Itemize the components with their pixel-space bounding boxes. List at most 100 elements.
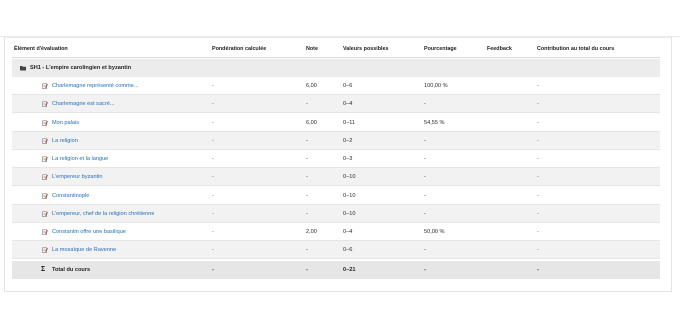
col-grade: Note: [306, 46, 318, 52]
item-range: 0–10: [343, 210, 356, 217]
item-weight: -: [212, 192, 214, 199]
item-percentage: 100,00 %: [424, 83, 448, 89]
assignment-icon: [42, 156, 48, 162]
course-total-row: Σ Total du cours - - 0–21 - -: [12, 261, 660, 279]
table-row: La mosaïque de Ravenne - - 0–6 - -: [12, 241, 660, 260]
item-contribution: -: [537, 119, 539, 126]
col-weight: Pondération calculée: [212, 46, 267, 52]
col-item: Élément d'évaluation: [14, 46, 68, 52]
item-range: 0–2: [343, 137, 353, 144]
assignment-icon: [42, 174, 48, 181]
item-percentage: 54,55 %: [424, 119, 445, 126]
grade-item-link[interactable]: La religion: [52, 132, 78, 150]
grade-item-link[interactable]: Charlemagne représenté comme...: [52, 77, 138, 95]
total-grade: -: [306, 267, 308, 273]
sigma-icon: Σ: [41, 266, 46, 273]
item-weight: -: [212, 137, 214, 144]
grade-item-link[interactable]: La religion et la langue: [52, 150, 108, 168]
item-percentage: -: [424, 192, 426, 199]
col-contribution: Contribution au total du cours: [537, 46, 615, 52]
item-range: 0–10: [343, 192, 356, 199]
grade-item-link[interactable]: Constantinople: [52, 187, 89, 205]
grade-item-link[interactable]: L'empereur, chef de la religion chrétien…: [52, 205, 154, 223]
table-row: L'empereur byzantin - - 0–10 - -: [12, 168, 660, 187]
table-row: Charlemagne représenté comme... - 6,00 0–6 1…: [12, 77, 660, 95]
item-range: 0–4: [343, 229, 353, 235]
item-weight: -: [212, 83, 214, 89]
item-percentage: -: [424, 247, 426, 254]
item-grade: -: [306, 137, 308, 144]
item-percentage: -: [424, 137, 426, 144]
col-feedback: Feedback: [487, 46, 512, 52]
item-contribution: -: [537, 210, 539, 217]
item-weight: -: [212, 156, 214, 162]
item-range: 0–10: [343, 174, 356, 181]
grade-item-link[interactable]: Mon palais: [52, 114, 79, 132]
item-range: 0–6: [343, 247, 353, 254]
grade-item-link[interactable]: Constantin offre une basilique: [52, 223, 126, 241]
item-contribution: -: [537, 101, 539, 108]
total-range: 0–21: [343, 267, 356, 273]
table-row: Constantinople - - 0–10 - -: [12, 187, 660, 205]
table-row: L'empereur, chef de la religion chrétien…: [12, 204, 660, 223]
item-grade: -: [306, 174, 308, 181]
item-grade: 2,00: [306, 229, 317, 235]
assignment-icon: [42, 138, 48, 144]
assignment-icon: [42, 193, 48, 199]
table-row: Charlemagne est sacré... - - 0–4 - -: [12, 95, 660, 114]
item-weight: -: [212, 101, 214, 108]
item-contribution: -: [537, 192, 539, 199]
item-weight: -: [212, 247, 214, 254]
item-weight: -: [212, 229, 214, 235]
total-weight: -: [212, 267, 214, 273]
assignment-icon: [42, 101, 48, 108]
item-contribution: -: [537, 247, 539, 254]
item-percentage: -: [424, 156, 426, 162]
col-percentage: Pourcentage: [424, 46, 457, 52]
item-percentage: -: [424, 174, 426, 181]
item-range: 0–6: [343, 83, 353, 89]
assignment-icon: [42, 247, 48, 254]
item-contribution: -: [537, 83, 539, 89]
item-contribution: -: [537, 174, 539, 181]
item-grade: -: [306, 247, 308, 254]
assignment-icon: [42, 211, 48, 217]
item-range: 0–4: [343, 101, 353, 108]
category-name: SH1 - L'empire carolingien et byzantin: [30, 65, 132, 71]
item-contribution: -: [537, 229, 539, 235]
item-grade: -: [306, 210, 308, 217]
grade-item-link[interactable]: L'empereur byzantin: [52, 168, 103, 186]
item-weight: -: [212, 174, 214, 181]
item-grade: -: [306, 101, 308, 108]
total-label: Total du cours: [52, 267, 91, 273]
total-percentage: -: [424, 267, 426, 273]
grade-item-link[interactable]: Charlemagne est sacré...: [52, 95, 115, 113]
item-contribution: -: [537, 137, 539, 144]
item-grade: 6,00: [306, 83, 317, 89]
item-percentage: -: [424, 101, 426, 108]
table-row: Constantin offre une basilique - 2,00 0–4 50…: [12, 223, 660, 241]
table-row: La religion et la langue - - 0–3 - -: [12, 150, 660, 168]
category-row: SH1 - L'empire carolingien et byzantin: [12, 59, 660, 77]
item-grade: 6,00: [306, 119, 317, 126]
assignment-icon: [42, 120, 48, 126]
item-grade: -: [306, 156, 308, 162]
item-weight: -: [212, 119, 214, 126]
table-header: Élément d'évaluation Pondération calculé…: [12, 41, 660, 57]
item-contribution: -: [537, 156, 539, 162]
item-percentage: 50,00 %: [424, 229, 445, 235]
folder-icon: [20, 66, 26, 71]
table-row: La religion - - 0–2 - -: [12, 131, 660, 150]
assignment-icon: [42, 229, 48, 235]
item-percentage: -: [424, 210, 426, 217]
assignment-icon: [42, 83, 48, 89]
item-grade: -: [306, 192, 308, 199]
item-range: 0–11: [343, 119, 356, 126]
table-row: Mon palais - 6,00 0–11 54,55 % -: [12, 114, 660, 132]
item-weight: -: [212, 210, 214, 217]
grade-item-link[interactable]: La mosaïque de Ravenne: [52, 241, 116, 259]
col-range: Valeurs possibles: [343, 46, 389, 52]
total-contribution: -: [537, 267, 539, 273]
item-range: 0–3: [343, 156, 353, 162]
header-divider: [12, 57, 660, 58]
